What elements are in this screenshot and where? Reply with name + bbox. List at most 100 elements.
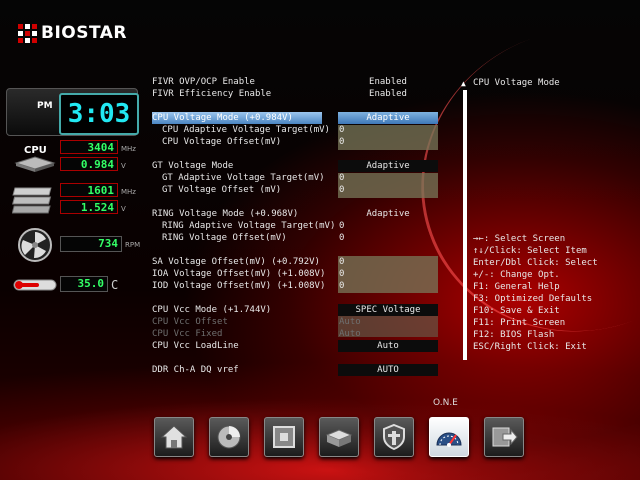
setting-label: IOA Voltage Offset(mV) (+1.008V) xyxy=(152,269,326,279)
logo-mark-icon xyxy=(18,23,37,43)
key-help-item: F12: BIOS Flash xyxy=(473,330,555,340)
key-help-item: F10: Save & Exit xyxy=(473,306,560,316)
cpu-chip-icon: CPU xyxy=(10,140,60,174)
fan-speed-unit: RPM xyxy=(125,241,141,249)
cpu-monitor: CPU 3404 MHz 0.984 V xyxy=(10,140,136,174)
clock-period: PM xyxy=(37,101,53,111)
setting-ring-voltage-mode[interactable]: RING Voltage Mode (+0.968V) Adaptive xyxy=(152,208,442,220)
cpu-voltage-unit: V xyxy=(121,161,126,170)
setting-value[interactable]: Adaptive xyxy=(338,160,438,172)
setting-value[interactable]: 0 xyxy=(338,220,439,232)
tab-chipset[interactable] xyxy=(264,417,304,457)
setting-label: DDR Ch-A DQ vref xyxy=(152,365,239,375)
setting-sa-voltage-offset[interactable]: SA Voltage Offset(mV) (+0.792V) 0 xyxy=(152,256,442,268)
setting-value[interactable]: Auto xyxy=(338,340,438,352)
setting-cpu-voltage-offset[interactable]: CPU Voltage Offset(mV) 0 xyxy=(152,136,442,148)
setting-value[interactable]: 0 xyxy=(338,184,439,196)
tab-advanced[interactable] xyxy=(209,417,249,457)
setting-cpu-vcc-offset: CPU Vcc Offset Auto xyxy=(152,316,442,328)
temperature-monitor: 35.0 C xyxy=(10,268,118,302)
setting-value: Auto xyxy=(339,329,361,339)
fan-speed: 734 xyxy=(60,235,122,252)
tab-main[interactable] xyxy=(154,417,194,457)
key-help-item: ↑↓/Click: Select Item xyxy=(473,246,587,256)
fan-icon xyxy=(10,228,60,262)
setting-label: CPU Vcc Mode (+1.744V) xyxy=(152,305,272,315)
setting-value[interactable]: SPEC Voltage xyxy=(338,304,438,316)
memory-voltage: 1.524 xyxy=(60,200,118,214)
setting-label: GT Adaptive Voltage Target(mV) xyxy=(162,173,325,183)
cpu-label: CPU xyxy=(24,145,47,156)
setting-cpu-vcc-fixed: CPU Vcc Fixed Auto xyxy=(152,328,442,340)
setting-cpu-adaptive-target[interactable]: CPU Adaptive Voltage Target(mV) 0 xyxy=(152,124,442,136)
setting-ioa-voltage-offset[interactable]: IOA Voltage Offset(mV) (+1.008V) 0 xyxy=(152,268,442,280)
memory-frequency-unit: MHz xyxy=(121,187,136,196)
setting-value[interactable]: 0 xyxy=(338,268,439,280)
setting-label: FIVR OVP/OCP Enable xyxy=(152,77,255,87)
temperature-unit: C xyxy=(111,278,119,292)
settings-scrollbar[interactable] xyxy=(463,90,467,360)
setting-ddr-cha-dq-vref[interactable]: DDR Ch-A DQ vref AUTO xyxy=(152,364,442,376)
key-help-item: F11: Print Screen xyxy=(473,318,566,328)
setting-value[interactable]: Adaptive xyxy=(338,112,438,124)
tab-save-exit[interactable] xyxy=(484,417,524,457)
setting-label: CPU Voltage Mode (+0.984V) xyxy=(152,112,322,124)
setting-ring-adaptive-target[interactable]: RING Adaptive Voltage Target(mV) 0 xyxy=(152,220,442,232)
memory-module-icon xyxy=(10,183,60,217)
shield-icon xyxy=(383,423,405,451)
key-help-item: ESC/Right Click: Exit xyxy=(473,342,587,352)
setting-value[interactable]: 0 xyxy=(338,280,439,292)
tab-security[interactable] xyxy=(374,417,414,457)
setting-gt-adaptive-target[interactable]: GT Adaptive Voltage Target(mV) 0 xyxy=(152,172,442,184)
setting-value[interactable]: 0 xyxy=(338,136,439,148)
setting-label: CPU Adaptive Voltage Target(mV) xyxy=(162,125,330,135)
exit-icon xyxy=(492,427,518,447)
setting-cpu-voltage-mode[interactable]: CPU Voltage Mode (+0.984V) Adaptive xyxy=(152,112,442,124)
setting-cpu-vcc-loadline[interactable]: CPU Vcc LoadLine Auto xyxy=(152,340,442,352)
setting-value[interactable]: Enabled xyxy=(338,76,438,88)
tab-boot[interactable] xyxy=(319,417,359,457)
setting-value[interactable]: Adaptive xyxy=(338,208,438,220)
gauge-icon xyxy=(436,432,462,447)
key-help-item: F1: General Help xyxy=(473,282,560,292)
setting-label: GT Voltage Mode xyxy=(152,161,234,171)
help-title: CPU Voltage Mode xyxy=(473,78,560,88)
clock-panel: PM 3:03 xyxy=(6,88,139,136)
memory-frequency: 1601 xyxy=(60,183,118,197)
setting-value[interactable]: Enabled xyxy=(338,88,438,100)
setting-label: CPU Vcc Fixed xyxy=(152,329,223,339)
setting-value: Auto xyxy=(339,317,361,327)
key-help-item: F3: Optimized Defaults xyxy=(473,294,593,304)
memory-monitor: 1601 MHz 1.524 V xyxy=(10,183,136,217)
active-tab-label: O.N.E xyxy=(433,398,458,408)
setting-label: GT Voltage Offset (mV) xyxy=(162,185,282,195)
home-icon xyxy=(160,425,188,449)
setting-value[interactable]: 0 xyxy=(338,124,439,136)
setting-cpu-vcc-mode[interactable]: CPU Vcc Mode (+1.744V) SPEC Voltage xyxy=(152,304,442,316)
clock-time: 3:03 xyxy=(59,93,139,135)
setting-fivr-ovp-ocp[interactable]: FIVR OVP/OCP Enable Enabled xyxy=(152,76,442,88)
setting-fivr-efficiency[interactable]: FIVR Efficiency Enable Enabled xyxy=(152,88,442,100)
cpu-frequency: 3404 xyxy=(60,140,118,154)
setting-ring-voltage-offset[interactable]: RING Voltage Offset(mV) 0 xyxy=(152,232,442,244)
setting-value[interactable]: 0 xyxy=(338,232,439,244)
setting-label: RING Voltage Offset(mV) xyxy=(162,233,287,243)
setting-label: RING Voltage Mode (+0.968V) xyxy=(152,209,299,219)
setting-value[interactable]: 0 xyxy=(338,172,439,184)
cpu-frequency-unit: MHz xyxy=(121,144,136,153)
setting-gt-voltage-mode[interactable]: GT Voltage Mode Adaptive xyxy=(152,160,442,172)
scroll-up-arrow-icon[interactable]: ▲ xyxy=(461,79,466,88)
key-help-item: Enter/Dbl Click: Select xyxy=(473,258,598,268)
setting-iod-voltage-offset[interactable]: IOD Voltage Offset(mV) (+1.008V) 0 xyxy=(152,280,442,292)
brand-logo: BIOSTAR xyxy=(18,20,127,46)
setting-value[interactable]: AUTO xyxy=(338,364,438,376)
main-menu-dock xyxy=(154,417,524,457)
tab-one[interactable] xyxy=(429,417,469,457)
key-help-list: →←: Select Screen ↑↓/Click: Select Item … xyxy=(473,233,598,353)
setting-value[interactable]: 0 xyxy=(338,256,439,268)
setting-label: CPU Voltage Offset(mV) xyxy=(162,137,282,147)
brand-name: BIOSTAR xyxy=(41,23,128,43)
setting-label: SA Voltage Offset(mV) (+0.792V) xyxy=(152,257,320,267)
setting-label: CPU Vcc Offset xyxy=(152,317,228,327)
setting-gt-voltage-offset[interactable]: GT Voltage Offset (mV) 0 xyxy=(152,184,442,196)
